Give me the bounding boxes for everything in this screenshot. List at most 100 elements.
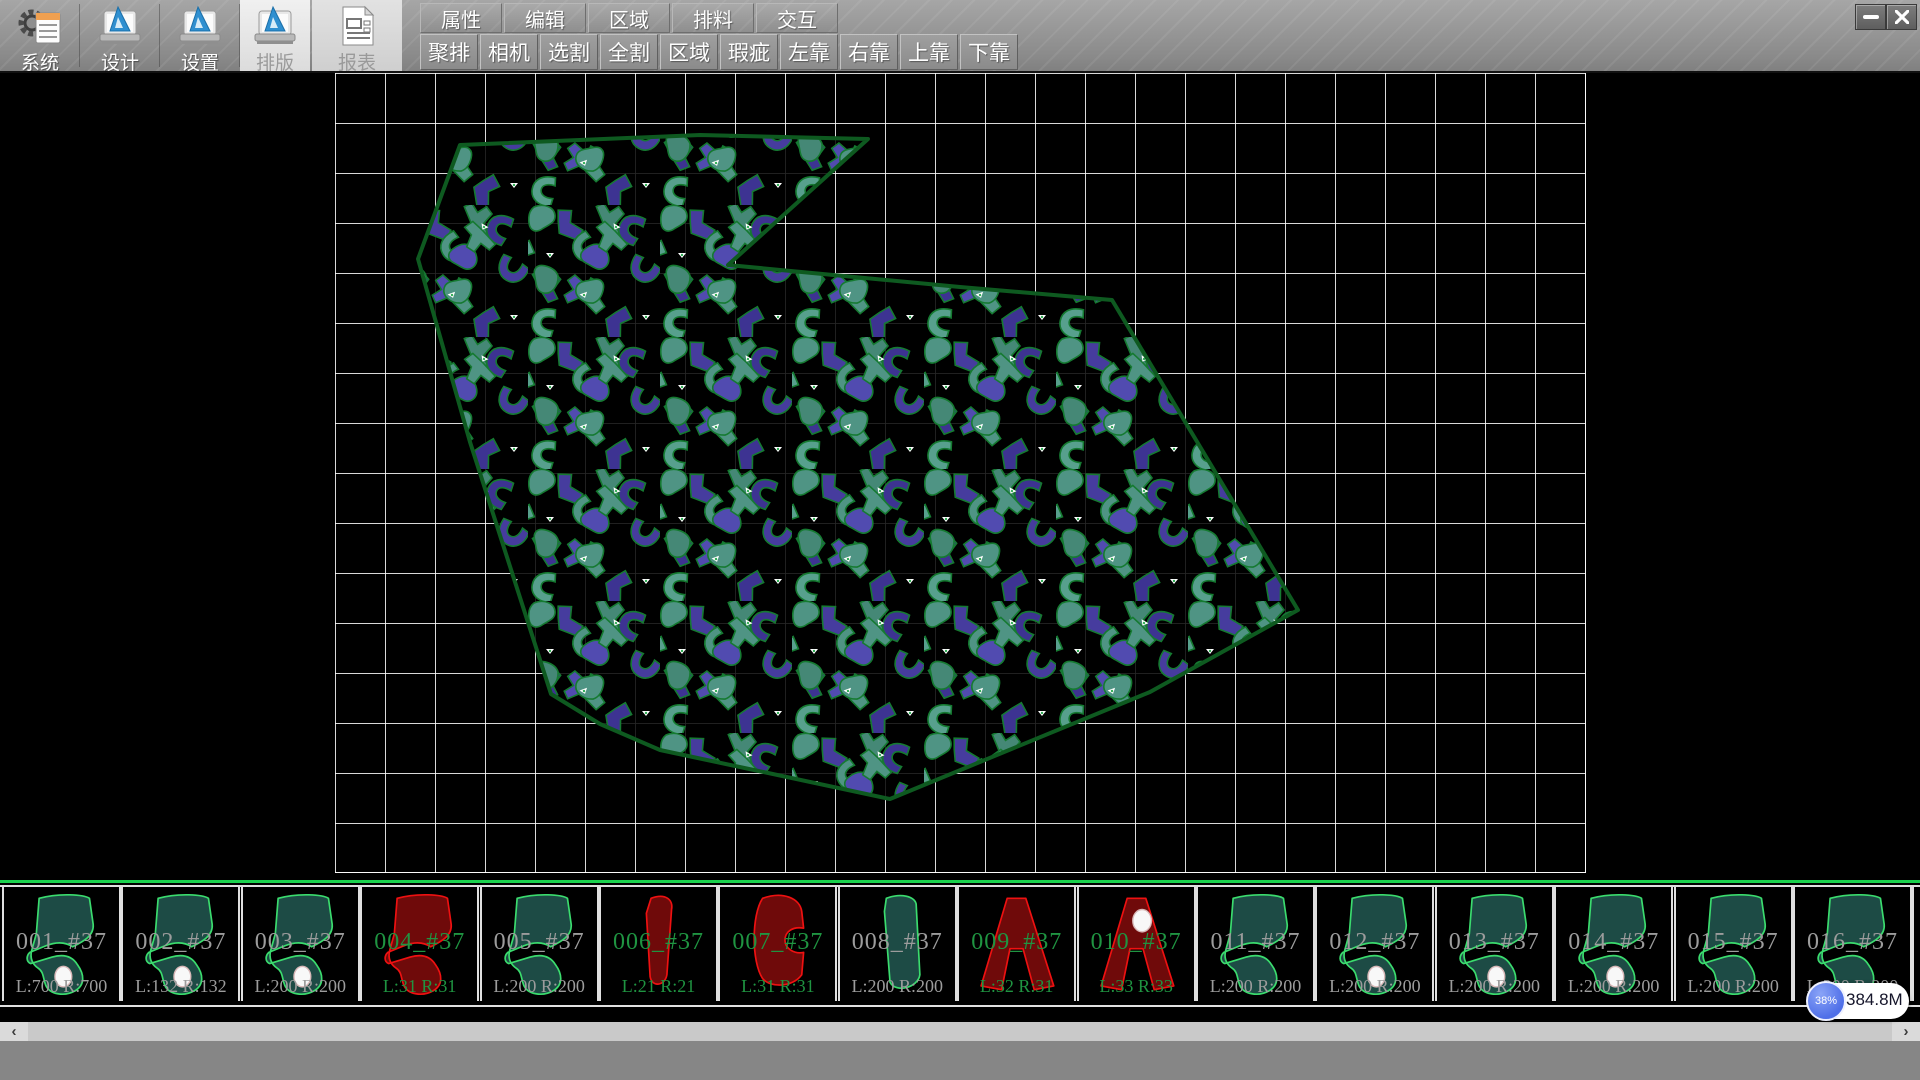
piece-thumbnail[interactable]: 005_#37 L:200 R:200 xyxy=(480,887,599,1001)
main-tab-design[interactable]: 设计 xyxy=(80,0,160,71)
piece-name: 009_#37 xyxy=(959,929,1074,956)
piece-thumbnail[interactable]: 003_#37 L:200 R:200 xyxy=(241,887,360,1001)
piece-thumbnail-strip: 001_#37 L:700 R:700 002_#37 L:132 R:132 … xyxy=(0,885,1920,1007)
tool-region[interactable]: 区域 xyxy=(660,34,718,70)
piece-lr-count: L:31 R:31 xyxy=(720,976,835,997)
main-tab-report[interactable]: 报表 xyxy=(312,0,402,71)
gear-notebook-icon xyxy=(12,0,68,52)
piece-name: 012_#37 xyxy=(1317,929,1432,956)
piece-thumbnail[interactable]: 001_#37 L:700 R:700 xyxy=(2,887,121,1001)
tool-snap-left[interactable]: 左靠 xyxy=(780,34,838,70)
piece-name: 005_#37 xyxy=(482,929,597,956)
tool-bar: 聚排 相机 选割 全割 区域 瑕疵 左靠 右靠 上靠 下靠 xyxy=(420,34,1020,68)
close-icon xyxy=(1895,10,1909,24)
horizontal-scrollbar[interactable]: ‹ › xyxy=(0,1022,1920,1041)
piece-name: 011_#37 xyxy=(1198,929,1313,956)
main-tab-layout[interactable]: 排版 xyxy=(240,0,310,71)
piece-thumbnail[interactable]: 014_#37 L:200 R:200 xyxy=(1554,887,1673,1001)
menu-item-property[interactable]: 属性 xyxy=(420,3,502,33)
close-button[interactable] xyxy=(1886,4,1917,30)
leather-hide[interactable] xyxy=(0,73,1920,881)
scroll-left-button[interactable]: ‹ xyxy=(0,1022,28,1041)
chevron-left-icon: ‹ xyxy=(12,1023,17,1040)
piece-lr-count: L:200 R:200 xyxy=(1556,976,1671,997)
piece-name: 008_#37 xyxy=(840,929,955,956)
piece-lr-count: L: xyxy=(1914,976,1920,997)
piece-name: 002_#37 xyxy=(123,929,238,956)
minimize-button[interactable] xyxy=(1855,4,1886,30)
piece-thumbnail[interactable]: 012_#37 L:200 R:200 xyxy=(1315,887,1434,1001)
progress-percent: 38% xyxy=(1815,995,1837,1007)
main-tab-label: 设计 xyxy=(101,54,139,74)
piece-name: 0 xyxy=(1914,929,1920,956)
main-tab-label: 报表 xyxy=(338,54,376,74)
menu-item-edit[interactable]: 编辑 xyxy=(504,3,586,33)
piece-name: 007_#37 xyxy=(720,929,835,956)
report-icon xyxy=(337,0,377,52)
piece-thumbnail[interactable]: 015_#37 L:200 R:200 xyxy=(1674,887,1793,1001)
tool-cluster-nest[interactable]: 聚排 xyxy=(420,34,478,70)
status-bar xyxy=(0,1041,1920,1080)
piece-thumbnail[interactable]: 004_#37 L:31 R:31 xyxy=(360,887,479,1001)
piece-thumbnail[interactable]: 007_#37 L:31 R:31 xyxy=(718,887,837,1001)
top-toolbar: 系统 设计 设置 xyxy=(0,0,1920,73)
piece-thumbnail[interactable]: 006_#37 L:21 R:21 xyxy=(599,887,718,1001)
main-tab-label: 设置 xyxy=(181,54,219,74)
piece-thumbnail[interactable]: 0 L: xyxy=(1912,887,1920,1001)
piece-thumbnail[interactable]: 002_#37 L:132 R:132 xyxy=(121,887,240,1001)
main-tab-label: 系统 xyxy=(21,54,59,74)
tool-snap-right[interactable]: 右靠 xyxy=(840,34,898,70)
hide-outline[interactable] xyxy=(418,135,1298,799)
piece-name: 010_#37 xyxy=(1079,929,1194,956)
piece-name: 016_#37 xyxy=(1795,929,1910,956)
piece-lr-count: L:200 R:200 xyxy=(1676,976,1791,997)
ruler-laptop-icon xyxy=(251,0,299,52)
chevron-right-icon: › xyxy=(1904,1023,1909,1040)
piece-lr-count: L:200 R:200 xyxy=(1198,976,1313,997)
menu-item-interact[interactable]: 交互 xyxy=(756,3,838,33)
main-tab-label: 排版 xyxy=(256,54,294,74)
piece-lr-count: L:200 R:200 xyxy=(482,976,597,997)
strip-accent-line xyxy=(0,880,1920,883)
piece-thumbnail[interactable]: 013_#37 L:200 R:200 xyxy=(1435,887,1554,1001)
progress-circle: 38% xyxy=(1806,981,1846,1021)
piece-name: 015_#37 xyxy=(1676,929,1791,956)
menu-bar: 属性 编辑 区域 排料 交互 xyxy=(420,3,840,31)
piece-lr-count: L:200 R:200 xyxy=(840,976,955,997)
ruler-laptop-icon xyxy=(176,0,224,52)
piece-lr-count: L:31 R:31 xyxy=(362,976,477,997)
piece-lr-count: L:21 R:21 xyxy=(601,976,716,997)
scroll-right-button[interactable]: › xyxy=(1892,1022,1920,1041)
tool-select-cut[interactable]: 选割 xyxy=(540,34,598,70)
piece-name: 003_#37 xyxy=(243,929,358,956)
piece-lr-count: L:200 R:200 xyxy=(243,976,358,997)
tool-cut-all[interactable]: 全割 xyxy=(600,34,658,70)
piece-name: 001_#37 xyxy=(4,929,119,956)
piece-thumbnail[interactable]: 009_#37 L:32 R:31 xyxy=(957,887,1076,1001)
piece-name: 004_#37 xyxy=(362,929,477,956)
piece-name: 006_#37 xyxy=(601,929,716,956)
piece-name: 013_#37 xyxy=(1437,929,1552,956)
tool-defect[interactable]: 瑕疵 xyxy=(720,34,778,70)
piece-lr-count: L:33 R:33 xyxy=(1079,976,1194,997)
memory-value: 384.8M xyxy=(1846,990,1903,1010)
nesting-canvas[interactable] xyxy=(0,73,1920,881)
piece-name: 014_#37 xyxy=(1556,929,1671,956)
piece-lr-count: L:32 R:31 xyxy=(959,976,1074,997)
minimize-icon xyxy=(1863,14,1879,20)
main-tab-settings[interactable]: 设置 xyxy=(160,0,240,71)
main-tab-system[interactable]: 系统 xyxy=(0,0,80,71)
tool-snap-bottom[interactable]: 下靠 xyxy=(960,34,1018,70)
piece-lr-count: L:200 R:200 xyxy=(1317,976,1432,997)
piece-lr-count: L:132 R:132 xyxy=(123,976,238,997)
menu-item-nesting[interactable]: 排料 xyxy=(672,3,754,33)
tool-snap-top[interactable]: 上靠 xyxy=(900,34,958,70)
piece-thumbnail[interactable]: 010_#37 L:33 R:33 xyxy=(1077,887,1196,1001)
piece-thumbnail[interactable]: 008_#37 L:200 R:200 xyxy=(838,887,957,1001)
piece-lr-count: L:700 R:700 xyxy=(4,976,119,997)
piece-thumbnail[interactable]: 011_#37 L:200 R:200 xyxy=(1196,887,1315,1001)
menu-item-region[interactable]: 区域 xyxy=(588,3,670,33)
ruler-laptop-icon xyxy=(96,0,144,52)
piece-lr-count: L:200 R:200 xyxy=(1437,976,1552,997)
tool-camera[interactable]: 相机 xyxy=(480,34,538,70)
